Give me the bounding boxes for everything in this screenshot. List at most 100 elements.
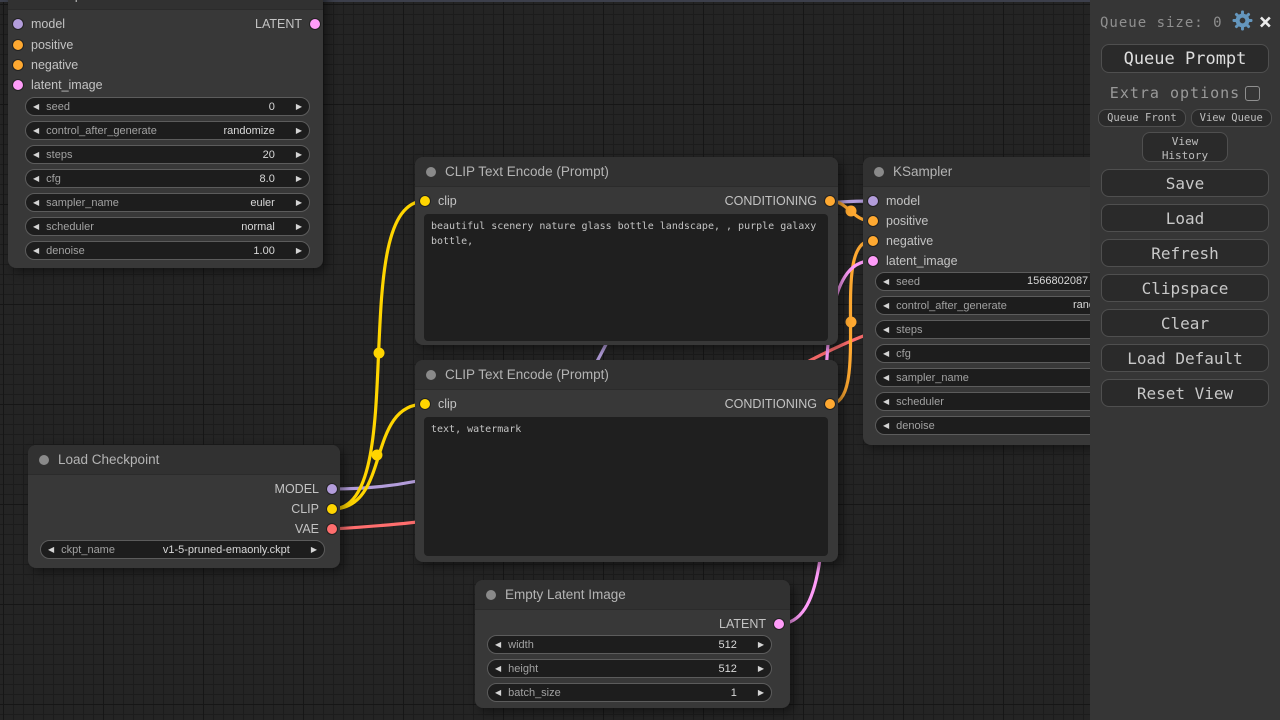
port-dot-conditioning-out[interactable] xyxy=(825,399,835,409)
queue-front-button[interactable]: Queue Front xyxy=(1098,109,1186,127)
settings-gear-icon[interactable] xyxy=(1232,10,1253,35)
arrow-left-icon[interactable]: ◀ xyxy=(876,349,896,358)
node-ksampler-left[interactable]: KSampler model positive negative latent_… xyxy=(8,0,323,268)
arrow-right-icon[interactable]: ▶ xyxy=(289,126,309,135)
output-port-latent[interactable]: LATENT xyxy=(719,614,784,634)
input-port-latent-image[interactable]: latent_image xyxy=(13,75,103,95)
view-history-button[interactable]: View History xyxy=(1142,132,1228,162)
output-port-clip[interactable]: CLIP xyxy=(291,499,337,519)
port-dot-clip[interactable] xyxy=(420,399,430,409)
arrow-left-icon[interactable]: ◀ xyxy=(26,198,46,207)
arrow-left-icon[interactable]: ◀ xyxy=(876,397,896,406)
arrow-right-icon[interactable]: ▶ xyxy=(751,664,771,673)
port-dot-clip[interactable] xyxy=(420,196,430,206)
save-button[interactable]: Save xyxy=(1101,169,1269,197)
arrow-left-icon[interactable]: ◀ xyxy=(876,373,896,382)
node-title-bar[interactable]: Load Checkpoint xyxy=(28,445,340,475)
node-load-checkpoint[interactable]: Load Checkpoint MODEL CLIP VAE ◀ ckpt_na… xyxy=(28,445,340,568)
widget-ckpt-name[interactable]: ◀ ckpt_name v1-5-pruned-emaonly.ckpt ▶ xyxy=(40,540,325,559)
arrow-right-icon[interactable]: ▶ xyxy=(751,640,771,649)
view-queue-button[interactable]: View Queue xyxy=(1191,109,1272,127)
graph-canvas[interactable]: KSampler model positive negative latent_… xyxy=(0,0,1280,720)
widget-sampler-name[interactable]: ◀ sampler_name euler ▶ xyxy=(25,193,310,212)
port-dot-clip-out[interactable] xyxy=(327,504,337,514)
widget-width[interactable]: ◀ width 512 ▶ xyxy=(487,635,772,654)
output-port-conditioning[interactable]: CONDITIONING xyxy=(725,394,835,414)
extra-options-checkbox[interactable] xyxy=(1245,86,1260,101)
port-dot-negative[interactable] xyxy=(868,236,878,246)
arrow-left-icon[interactable]: ◀ xyxy=(26,222,46,231)
node-title-bar[interactable]: KSampler xyxy=(8,0,323,10)
close-icon[interactable]: × xyxy=(1259,15,1272,31)
arrow-right-icon[interactable]: ▶ xyxy=(289,150,309,159)
arrow-left-icon[interactable]: ◀ xyxy=(26,102,46,111)
arrow-left-icon[interactable]: ◀ xyxy=(488,664,508,673)
widget-batch-size[interactable]: ◀ batch_size 1 ▶ xyxy=(487,683,772,702)
arrow-right-icon[interactable]: ▶ xyxy=(304,545,324,554)
collapse-dot-icon[interactable] xyxy=(426,370,436,380)
arrow-right-icon[interactable]: ▶ xyxy=(289,222,309,231)
output-port-model[interactable]: MODEL xyxy=(275,479,337,499)
widget-seed[interactable]: ◀ seed 0 ▶ xyxy=(25,97,310,116)
input-port-positive[interactable]: positive xyxy=(13,35,73,55)
queue-prompt-button[interactable]: Queue Prompt xyxy=(1101,44,1269,73)
arrow-left-icon[interactable]: ◀ xyxy=(488,640,508,649)
widget-height[interactable]: ◀ height 512 ▶ xyxy=(487,659,772,678)
prompt-text-area[interactable]: beautiful scenery nature glass bottle la… xyxy=(424,214,828,341)
arrow-right-icon[interactable]: ▶ xyxy=(289,246,309,255)
arrow-left-icon[interactable]: ◀ xyxy=(26,150,46,159)
arrow-left-icon[interactable]: ◀ xyxy=(26,126,46,135)
arrow-left-icon[interactable]: ◀ xyxy=(26,174,46,183)
port-dot-latent-image[interactable] xyxy=(868,256,878,266)
node-title-bar[interactable]: Empty Latent Image xyxy=(475,580,790,610)
node-empty-latent-image[interactable]: Empty Latent Image LATENT ◀ width 512 ▶ … xyxy=(475,580,790,708)
output-port-latent[interactable]: LATENT xyxy=(255,14,320,34)
node-title-bar[interactable]: CLIP Text Encode (Prompt) xyxy=(415,157,838,187)
arrow-right-icon[interactable]: ▶ xyxy=(289,174,309,183)
arrow-left-icon[interactable]: ◀ xyxy=(876,325,896,334)
clear-button[interactable]: Clear xyxy=(1101,309,1269,337)
port-dot-positive[interactable] xyxy=(13,40,23,50)
load-button[interactable]: Load xyxy=(1101,204,1269,232)
prompt-text-area[interactable]: text, watermark xyxy=(424,417,828,556)
input-port-clip[interactable]: clip xyxy=(420,394,457,414)
input-port-clip[interactable]: clip xyxy=(420,191,457,211)
port-dot-latent-image[interactable] xyxy=(13,80,23,90)
node-clip-text-encode-negative[interactable]: CLIP Text Encode (Prompt) clip CONDITION… xyxy=(415,360,838,562)
widget-denoise[interactable]: ◀ denoise 1.00 ▶ xyxy=(25,241,310,260)
input-port-model[interactable]: model xyxy=(868,191,920,211)
arrow-right-icon[interactable]: ▶ xyxy=(751,688,771,697)
port-dot-conditioning-out[interactable] xyxy=(825,196,835,206)
refresh-button[interactable]: Refresh xyxy=(1101,239,1269,267)
collapse-dot-icon[interactable] xyxy=(39,455,49,465)
node-clip-text-encode-positive[interactable]: CLIP Text Encode (Prompt) clip CONDITION… xyxy=(415,157,838,345)
port-dot-model-out[interactable] xyxy=(327,484,337,494)
arrow-left-icon[interactable]: ◀ xyxy=(41,545,61,554)
widget-steps[interactable]: ◀ steps 20 ▶ xyxy=(25,145,310,164)
clipspace-button[interactable]: Clipspace xyxy=(1101,274,1269,302)
arrow-left-icon[interactable]: ◀ xyxy=(488,688,508,697)
widget-cfg[interactable]: ◀ cfg 8.0 ▶ xyxy=(25,169,310,188)
arrow-right-icon[interactable]: ▶ xyxy=(289,198,309,207)
output-port-vae[interactable]: VAE xyxy=(295,519,337,539)
output-port-conditioning[interactable]: CONDITIONING xyxy=(725,191,835,211)
port-dot-vae-out[interactable] xyxy=(327,524,337,534)
input-port-negative[interactable]: negative xyxy=(13,55,78,75)
port-dot-negative[interactable] xyxy=(13,60,23,70)
port-dot-latent-out[interactable] xyxy=(310,19,320,29)
input-port-latent-image[interactable]: latent_image xyxy=(868,251,958,271)
widget-control-after-generate[interactable]: ◀ control_after_generate randomize ▶ xyxy=(25,121,310,140)
port-dot-latent-out[interactable] xyxy=(774,619,784,629)
reset-view-button[interactable]: Reset View xyxy=(1101,379,1269,407)
arrow-left-icon[interactable]: ◀ xyxy=(26,246,46,255)
input-port-negative[interactable]: negative xyxy=(868,231,933,251)
arrow-right-icon[interactable]: ▶ xyxy=(289,102,309,111)
node-title-bar[interactable]: CLIP Text Encode (Prompt) xyxy=(415,360,838,390)
input-port-positive[interactable]: positive xyxy=(868,211,928,231)
collapse-dot-icon[interactable] xyxy=(426,167,436,177)
load-default-button[interactable]: Load Default xyxy=(1101,344,1269,372)
arrow-left-icon[interactable]: ◀ xyxy=(876,277,896,286)
port-dot-model[interactable] xyxy=(13,19,23,29)
collapse-dot-icon[interactable] xyxy=(874,167,884,177)
collapse-dot-icon[interactable] xyxy=(486,590,496,600)
